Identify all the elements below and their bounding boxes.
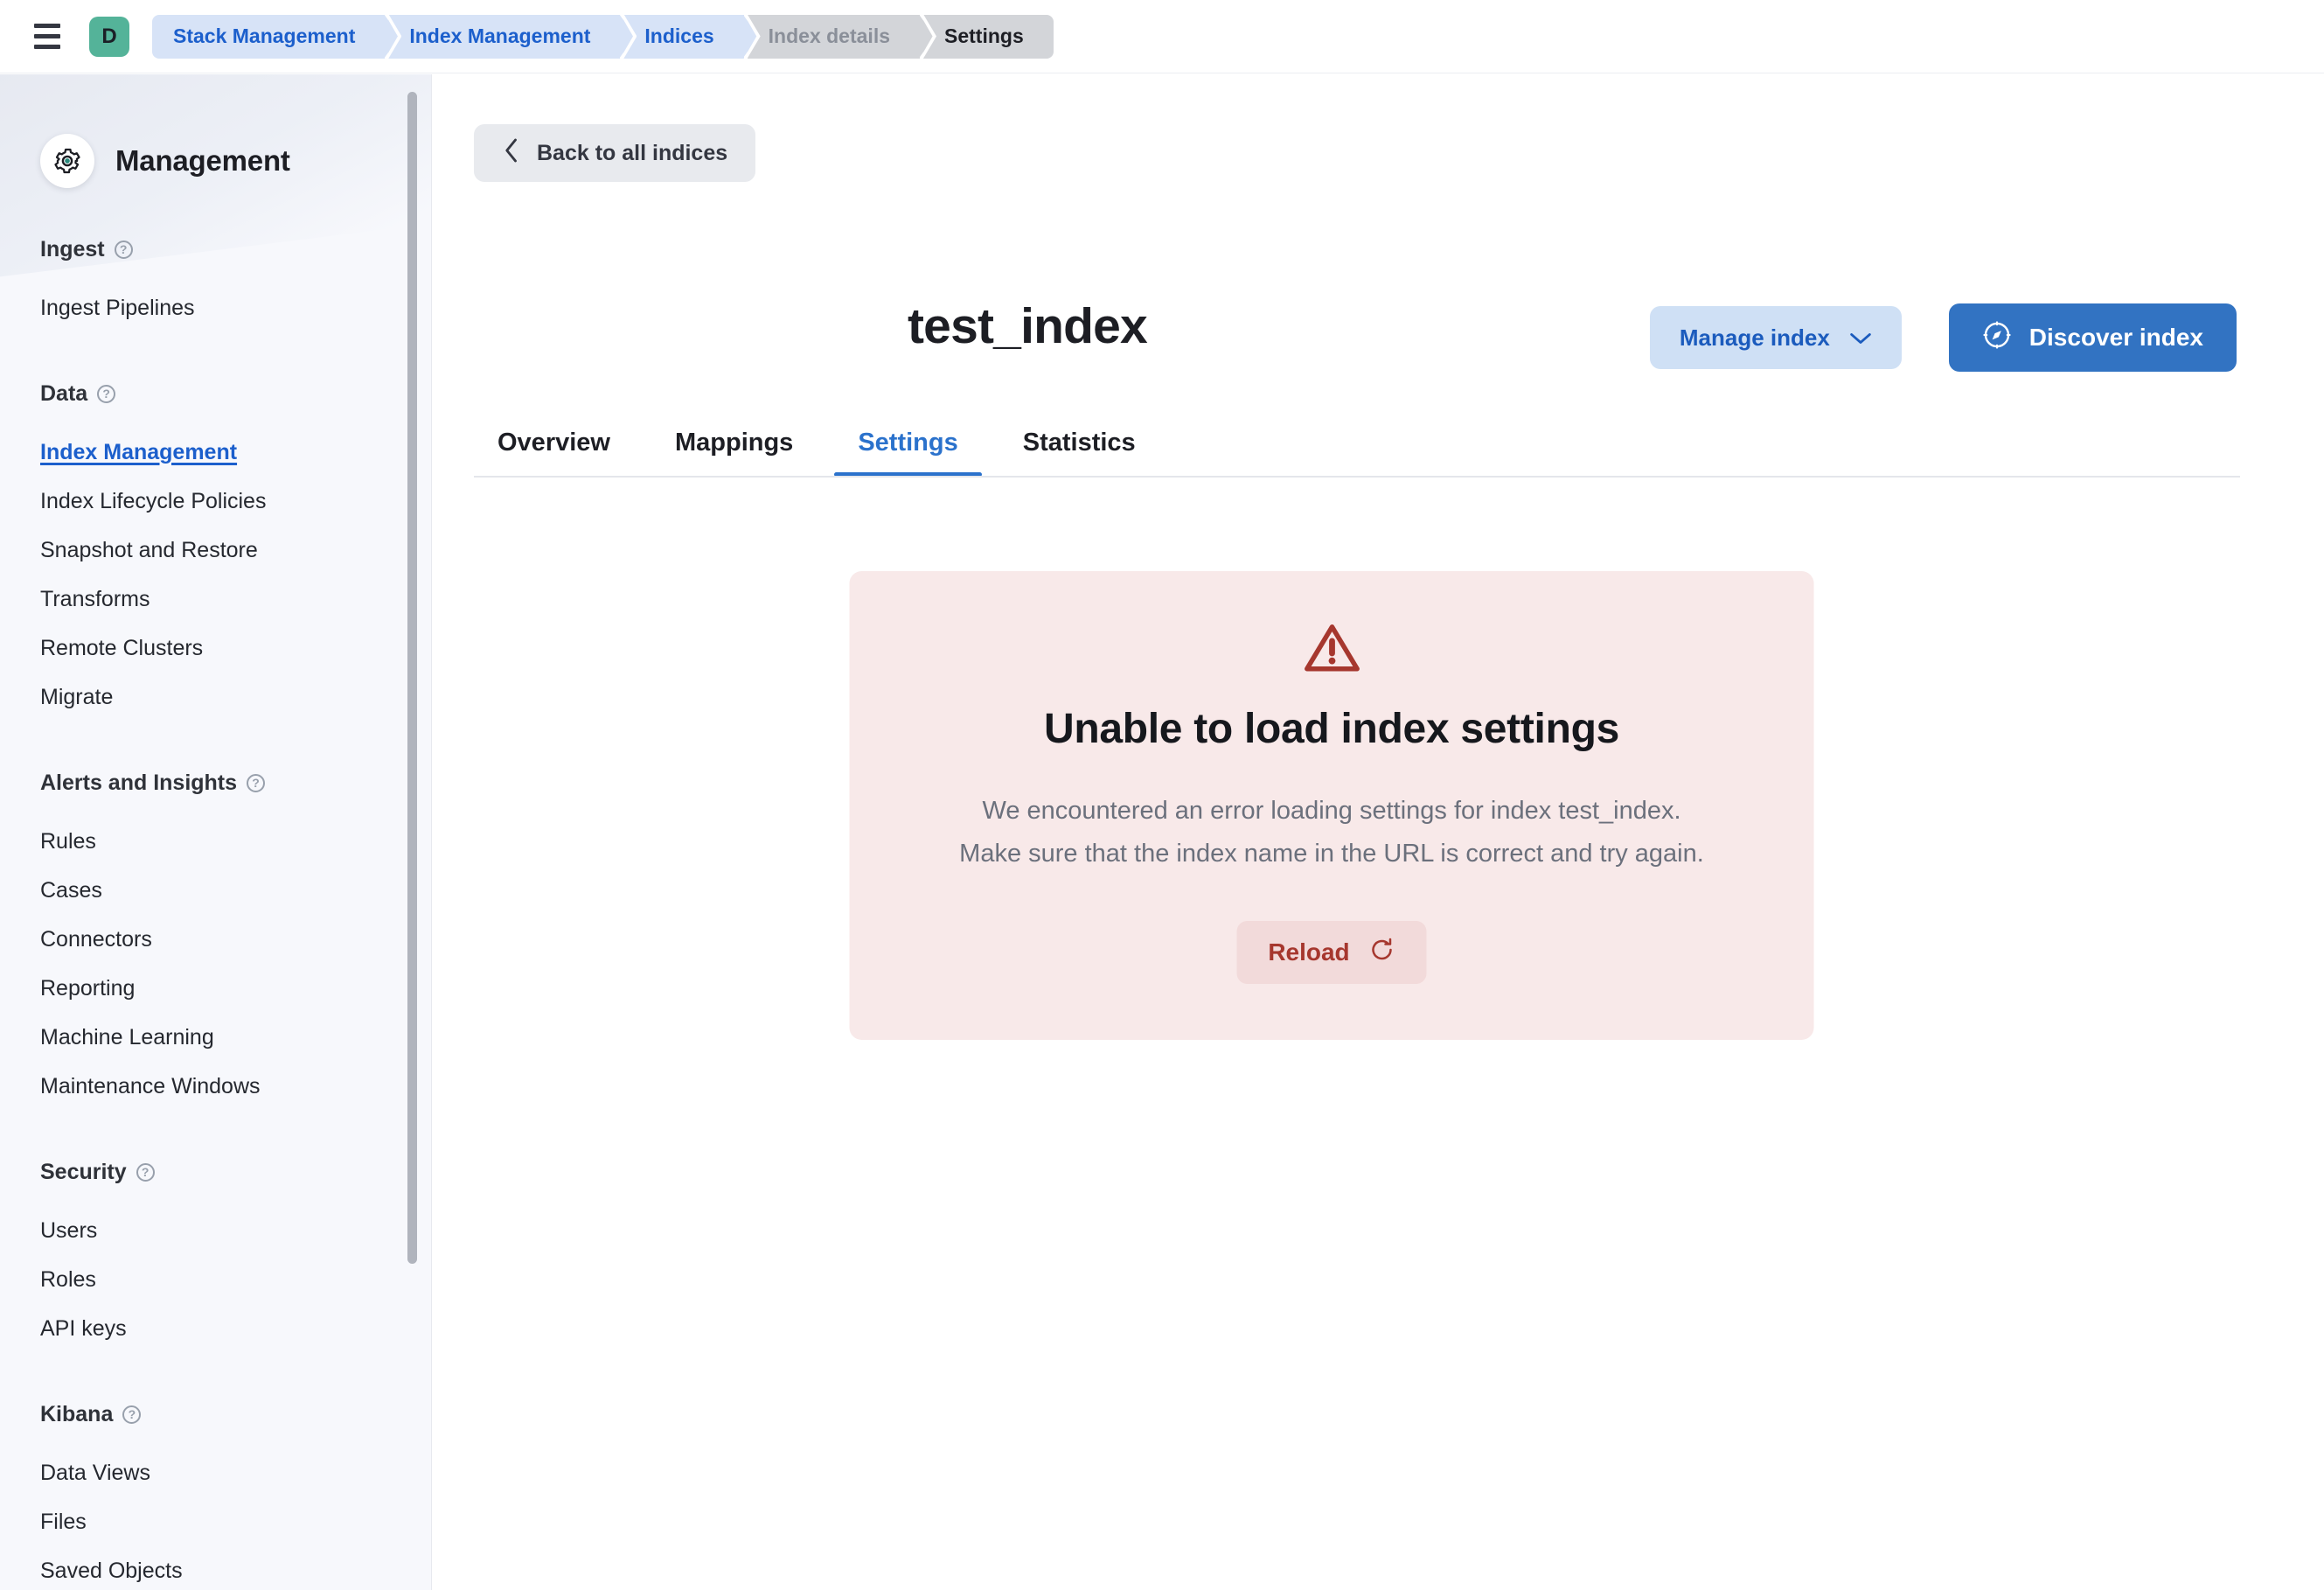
sidebar-group-label: Data <box>40 381 88 406</box>
help-circle-icon[interactable]: ? <box>114 241 133 259</box>
sidebar-item-saved-objects[interactable]: Saved Objects <box>0 1546 431 1590</box>
help-circle-icon[interactable]: ? <box>136 1163 155 1182</box>
error-panel: Unable to load index settings We encount… <box>849 571 1814 1040</box>
sidebar-title: Management <box>115 144 290 177</box>
tab-overview[interactable]: Overview <box>474 408 634 477</box>
tab-mappings[interactable]: Mappings <box>651 408 817 477</box>
sidebar-item-index-management[interactable]: Index Management <box>0 428 431 477</box>
breadcrumb: Stack Management Index Management Indice… <box>152 12 1057 60</box>
sidebar-item-cases[interactable]: Cases <box>0 866 431 915</box>
breadcrumb-item-indices[interactable]: Indices <box>623 12 761 60</box>
gear-icon <box>40 134 94 188</box>
sidebar-group-ingest: Ingest ? Ingest Pipelines <box>0 237 431 332</box>
help-circle-icon[interactable]: ? <box>122 1405 142 1424</box>
sidebar-group-label: Security <box>40 1160 127 1184</box>
discover-index-button[interactable]: Discover index <box>1948 303 2237 372</box>
sidebar-group-header: Kibana ? <box>0 1402 431 1427</box>
sidebar-group-label: Ingest <box>40 237 105 262</box>
sidebar-header: Management <box>0 74 431 188</box>
sidebar-group-header: Alerts and Insights ? <box>0 771 431 796</box>
sidebar-group-alerts-and-insights: Alerts and Insights ? Rules Cases Connec… <box>0 771 431 1111</box>
breadcrumb-item-stack-management[interactable]: Stack Management <box>152 12 402 60</box>
sidebar-item-transforms[interactable]: Transforms <box>0 575 431 624</box>
sidebar-item-data-views[interactable]: Data Views <box>0 1448 431 1497</box>
breadcrumb-label: Stack Management <box>173 24 356 47</box>
chevron-down-icon <box>1849 324 1872 352</box>
page-title: test_index <box>908 298 1148 354</box>
warning-triangle-icon <box>911 622 1753 679</box>
sidebar: Management Ingest ? Ingest Pipelines Dat… <box>0 74 432 1590</box>
sidebar-item-snapshot-and-restore[interactable]: Snapshot and Restore <box>0 526 431 575</box>
sidebar-group-security: Security ? Users Roles API keys <box>0 1160 431 1353</box>
sidebar-item-remote-clusters[interactable]: Remote Clusters <box>0 624 431 673</box>
discover-index-label: Discover index <box>2028 324 2203 351</box>
sidebar-group-kibana: Kibana ? Data Views Files Saved Objects … <box>0 1402 431 1590</box>
compass-icon <box>1982 320 2012 356</box>
manage-index-label: Manage index <box>1679 324 1830 351</box>
back-to-all-indices-button[interactable]: Back to all indices <box>474 124 756 182</box>
sidebar-item-files[interactable]: Files <box>0 1497 431 1546</box>
breadcrumb-label: Indices <box>644 24 714 47</box>
hamburger-menu-icon[interactable] <box>24 14 70 59</box>
tab-bar-divider <box>474 476 2240 478</box>
breadcrumb-label: Index Management <box>409 24 591 47</box>
sidebar-item-index-lifecycle-policies[interactable]: Index Lifecycle Policies <box>0 477 431 526</box>
sidebar-group-label: Kibana <box>40 1402 114 1426</box>
sidebar-item-connectors[interactable]: Connectors <box>0 915 431 964</box>
sidebar-item-users[interactable]: Users <box>0 1206 431 1255</box>
sidebar-group-header: Security ? <box>0 1160 431 1185</box>
sidebar-item-reporting[interactable]: Reporting <box>0 964 431 1013</box>
sidebar-scrollbar[interactable] <box>407 92 417 1264</box>
sidebar-item-maintenance-windows[interactable]: Maintenance Windows <box>0 1062 431 1111</box>
tab-statistics[interactable]: Statistics <box>999 408 1159 477</box>
avatar[interactable]: D <box>89 16 129 57</box>
help-circle-icon[interactable]: ? <box>247 774 266 792</box>
breadcrumb-item-index-management[interactable]: Index Management <box>388 12 637 60</box>
tab-settings[interactable]: Settings <box>834 408 983 477</box>
error-title: Unable to load index settings <box>1043 706 1620 752</box>
error-description-line-1: We encountered an error loading settings… <box>982 797 1681 825</box>
breadcrumb-label: Index details <box>768 24 890 47</box>
page-actions: Manage index Discover index <box>1649 303 2237 372</box>
help-circle-icon[interactable]: ? <box>97 385 116 403</box>
sidebar-item-ingest-pipelines[interactable]: Ingest Pipelines <box>0 283 431 332</box>
sidebar-item-rules[interactable]: Rules <box>0 817 431 866</box>
sidebar-item-api-keys[interactable]: API keys <box>0 1304 431 1353</box>
sidebar-item-machine-learning[interactable]: Machine Learning <box>0 1013 431 1062</box>
main-content: Back to all indices test_index Manage in… <box>433 74 2324 1590</box>
error-description: We encountered an error loading settings… <box>911 790 1753 875</box>
sidebar-group-header: Data ? <box>0 381 431 407</box>
tab-bar: Overview Mappings Settings Statistics <box>433 408 2324 477</box>
sidebar-group-data: Data ? Index Management Index Lifecycle … <box>0 381 431 722</box>
sidebar-group-label: Alerts and Insights <box>40 771 238 795</box>
back-to-all-indices-label: Back to all indices <box>537 140 728 165</box>
breadcrumb-item-settings[interactable]: Settings <box>923 14 1054 59</box>
top-bar: D Stack Management Index Management Indi… <box>0 0 2324 73</box>
sidebar-item-roles[interactable]: Roles <box>0 1255 431 1304</box>
chevron-left-icon <box>502 137 521 170</box>
reload-label: Reload <box>1268 938 1350 966</box>
error-description-line-2: Make sure that the index name in the URL… <box>959 840 1704 868</box>
refresh-icon <box>1369 937 1395 969</box>
sidebar-item-migrate[interactable]: Migrate <box>0 673 431 722</box>
breadcrumb-item-index-details[interactable]: Index details <box>747 12 936 60</box>
manage-index-button[interactable]: Manage index <box>1649 306 1902 369</box>
sidebar-group-header: Ingest ? <box>0 237 431 262</box>
reload-button[interactable]: Reload <box>1236 921 1427 984</box>
breadcrumb-label: Settings <box>944 24 1024 47</box>
